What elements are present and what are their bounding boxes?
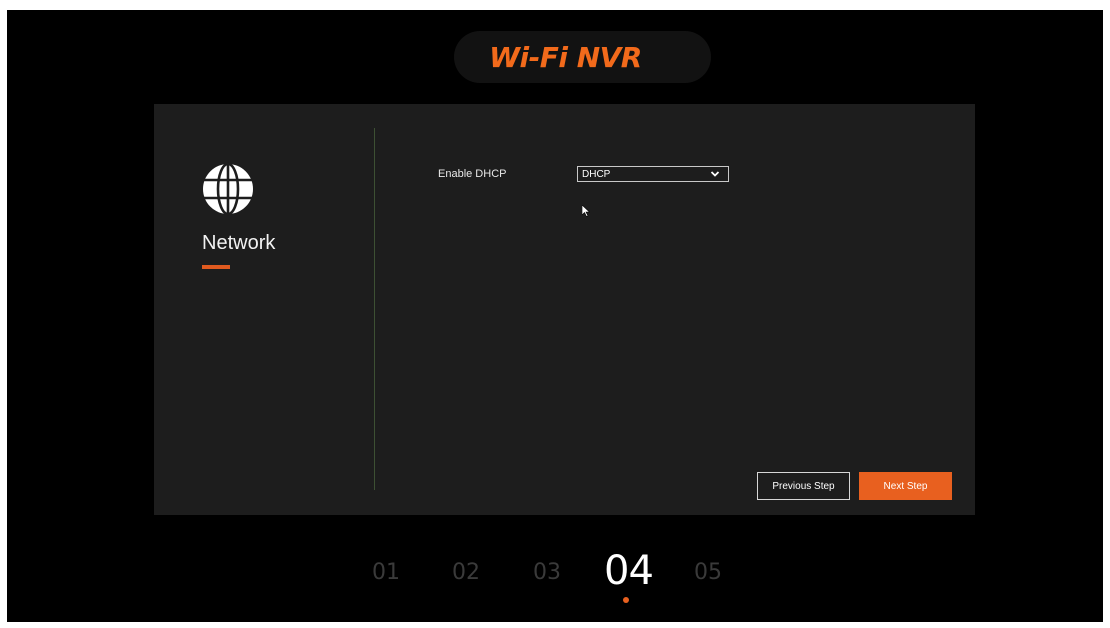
mouse-cursor-icon — [582, 205, 590, 217]
brand-title: Wi-Fi NVR — [489, 40, 642, 74]
step-01[interactable]: 01 — [372, 560, 400, 585]
wizard-screen: Wi-Fi NVR Network Enable DHCP DHCP Previ… — [7, 10, 1103, 622]
setup-panel: Network Enable DHCP DHCP Previous Step N… — [154, 104, 975, 515]
step-03[interactable]: 03 — [533, 560, 561, 585]
section-underline — [202, 265, 230, 269]
brand-banner: Wi-Fi NVR — [454, 31, 711, 83]
dhcp-select[interactable]: DHCP — [577, 166, 729, 182]
step-indicator: 01 02 03 04 05 — [7, 546, 1103, 606]
active-step-dot — [623, 597, 629, 603]
chevron-down-icon — [710, 171, 720, 177]
step-05[interactable]: 05 — [694, 560, 722, 585]
dhcp-select-value: DHCP — [582, 168, 611, 180]
step-04-current[interactable]: 04 — [604, 548, 654, 594]
step-02[interactable]: 02 — [452, 560, 480, 585]
globe-icon — [203, 162, 253, 216]
previous-step-button[interactable]: Previous Step — [757, 472, 850, 500]
panel-divider — [374, 128, 375, 490]
section-title: Network — [202, 232, 276, 254]
next-step-button[interactable]: Next Step — [859, 472, 952, 500]
dhcp-label: Enable DHCP — [438, 168, 507, 180]
